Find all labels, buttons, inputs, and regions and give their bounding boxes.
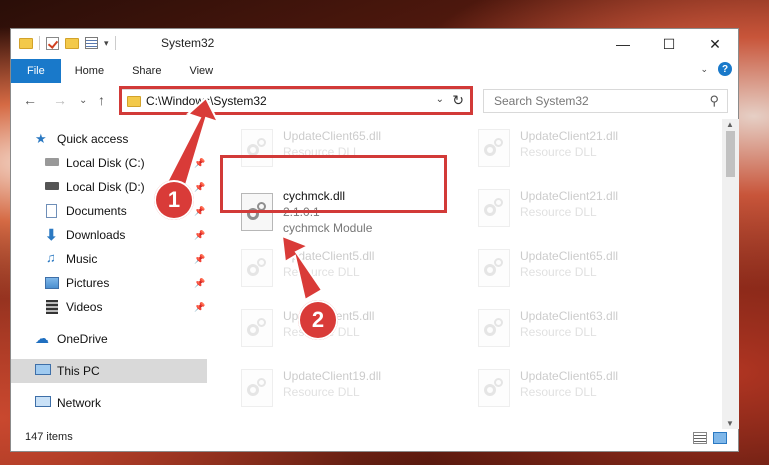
callout-2-arrow	[280, 234, 324, 302]
callout-1-arrow	[162, 96, 220, 189]
annotation-arrows	[162, 96, 324, 302]
callout-2-badge: 2	[298, 300, 338, 340]
callout-1-badge: 1	[154, 180, 194, 220]
